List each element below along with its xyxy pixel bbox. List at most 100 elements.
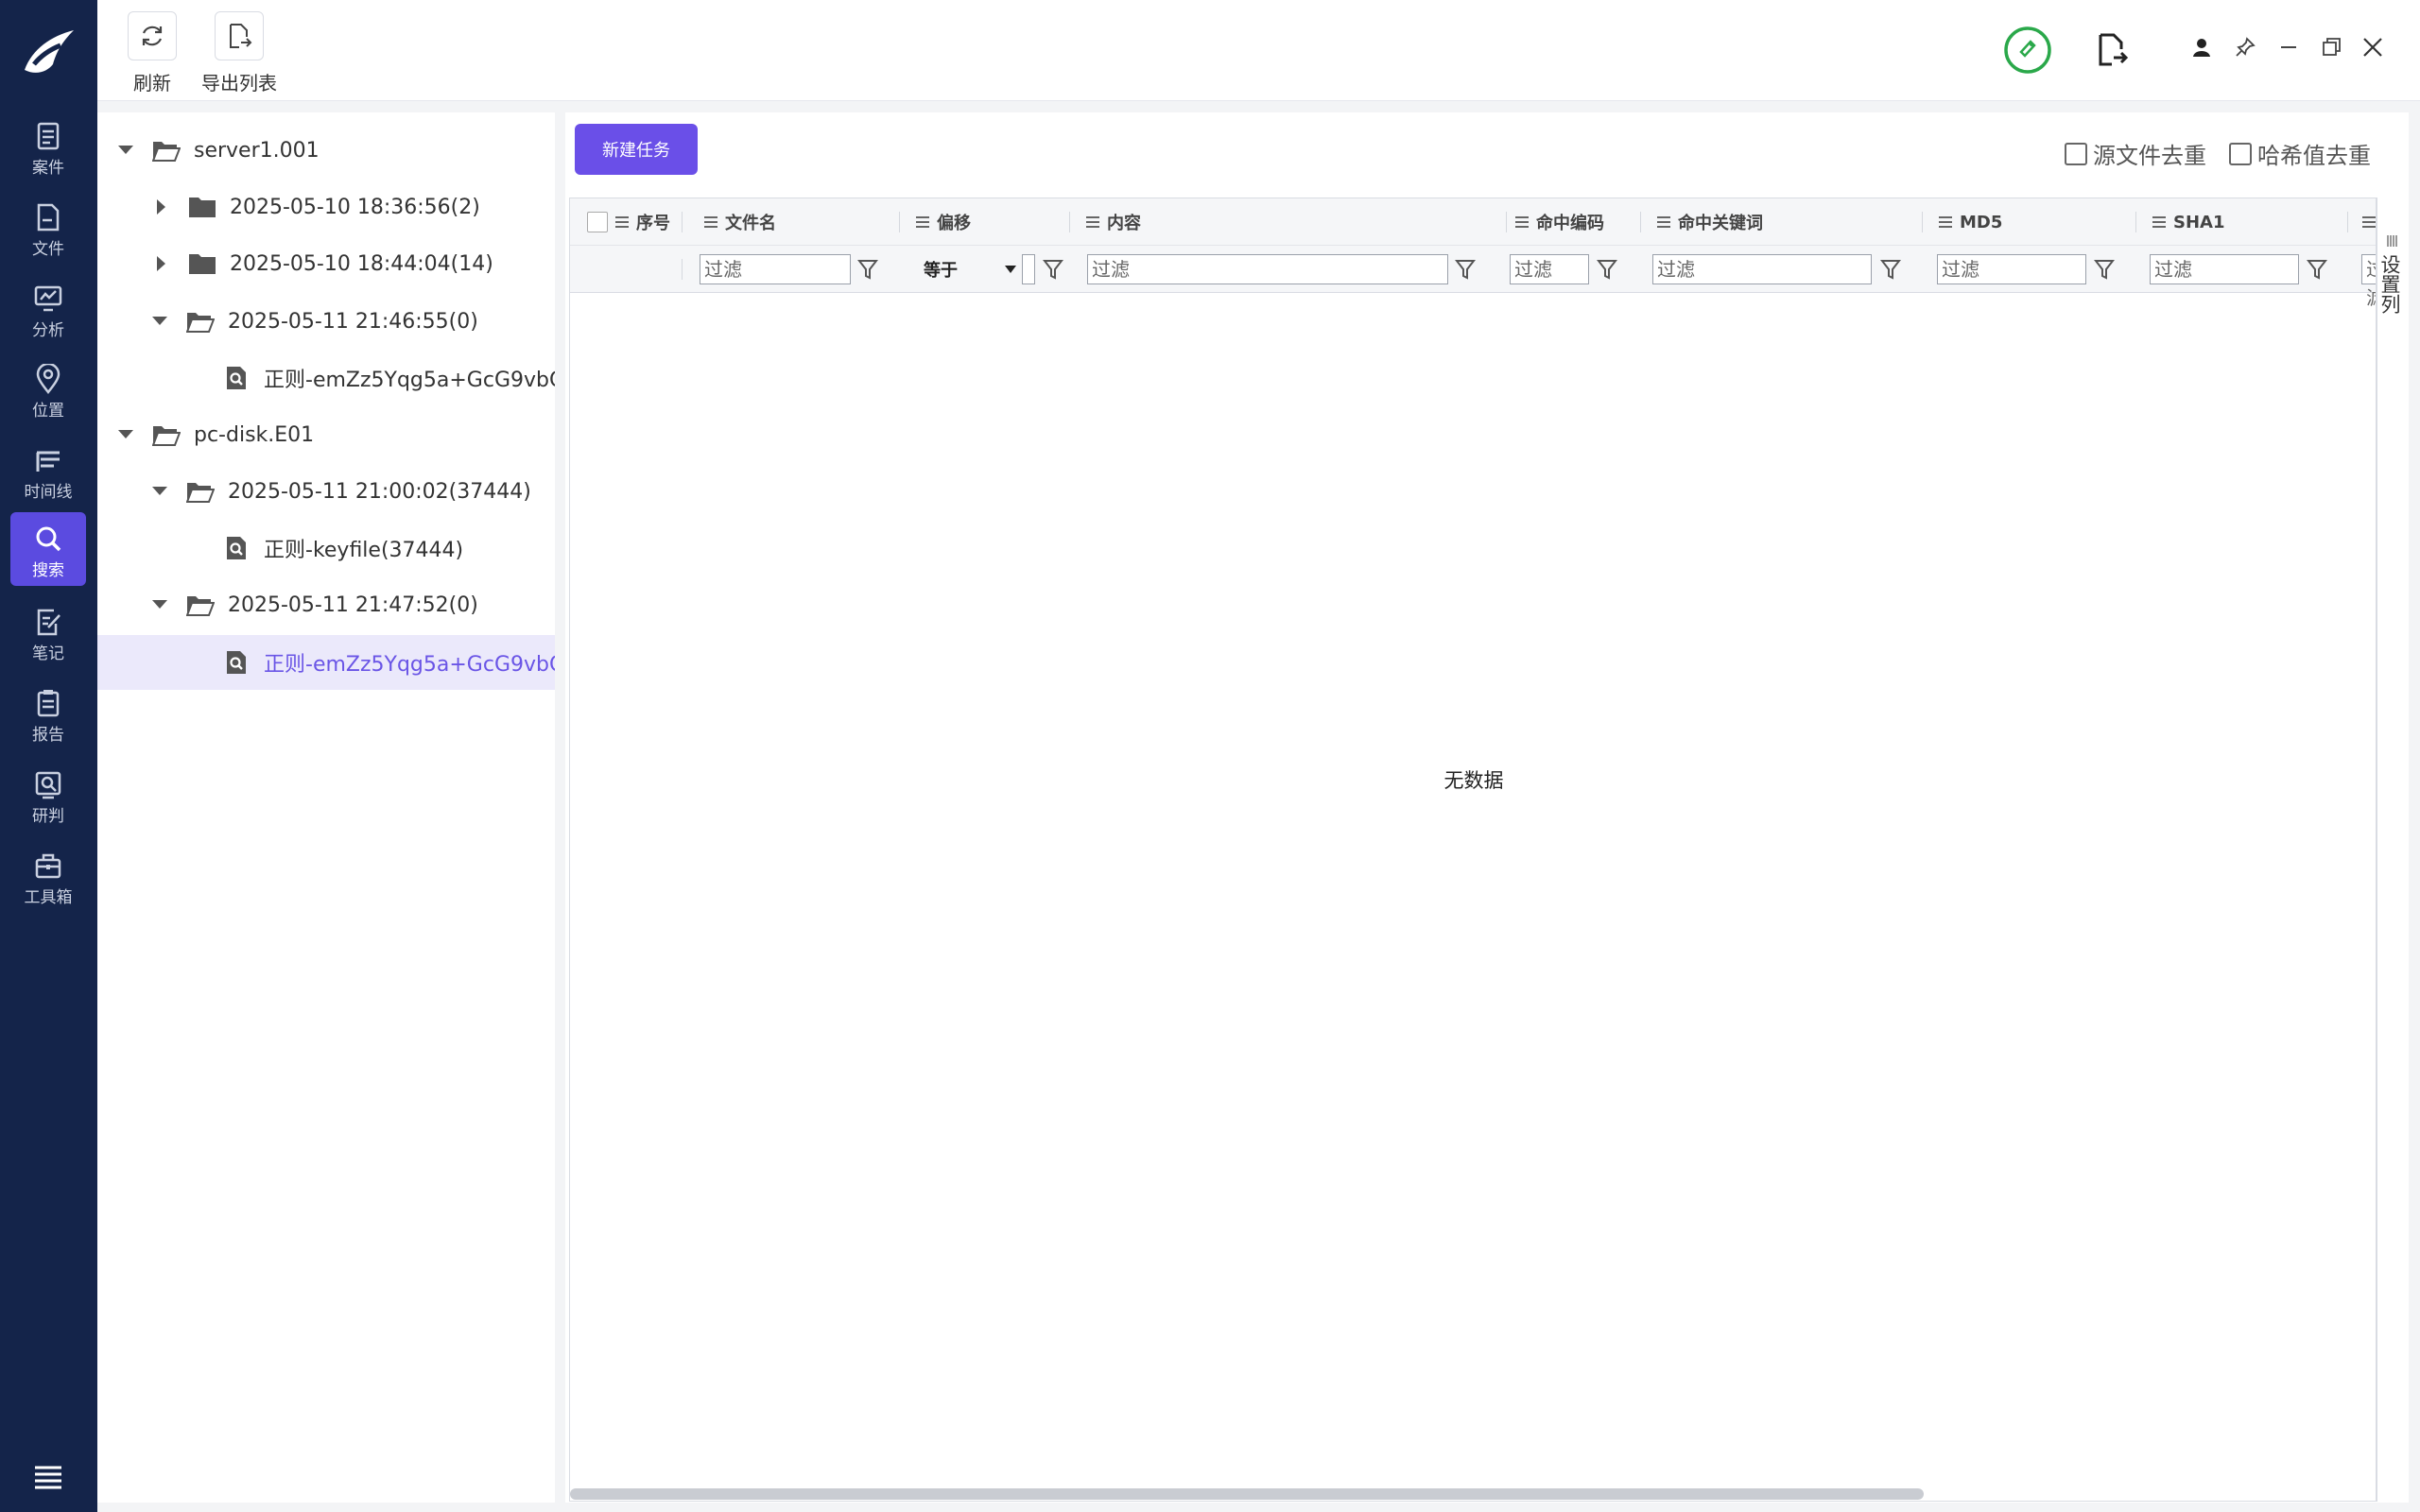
caret-down-icon[interactable] <box>150 595 169 614</box>
tree-node-search-result[interactable]: 正则-emZz5Yqg5a+GcG9vbC <box>97 351 555 405</box>
column-separator[interactable] <box>1922 212 1923 232</box>
column-header-content[interactable]: 内容 <box>1086 198 1141 246</box>
sidebar-item-timeline[interactable]: 时间线 <box>10 434 86 507</box>
tree-node-task[interactable]: 2025-05-10 18:44:04(14) <box>97 236 555 291</box>
tree-node-search-result[interactable]: 正则-keyfile(37444) <box>97 521 555 576</box>
column-menu-icon[interactable] <box>2152 216 2166 228</box>
column-separator[interactable] <box>682 212 683 232</box>
menu-icon[interactable] <box>32 1463 64 1491</box>
close-icon[interactable] <box>2358 32 2388 62</box>
sidebar-item-analysis[interactable]: 分析 <box>10 272 86 346</box>
sidebar-item-label: 笔记 <box>32 644 64 663</box>
caret-right-icon[interactable] <box>152 198 171 216</box>
minimize-icon[interactable] <box>2273 32 2304 62</box>
caret-down-icon[interactable] <box>116 141 135 160</box>
status-shield-icon[interactable] <box>2003 26 2052 75</box>
sidebar-item-note[interactable]: 笔记 <box>10 595 86 669</box>
column-menu-icon[interactable] <box>615 216 629 228</box>
filter-input-more[interactable]: 过滤 <box>2361 254 2376 309</box>
filter-input-offset[interactable] <box>1022 254 1035 284</box>
column-menu-icon[interactable] <box>2362 216 2376 228</box>
folder-icon <box>188 195 216 219</box>
filter-icon[interactable] <box>1455 258 1476 281</box>
tree-node-task[interactable]: 2025-05-11 21:47:52(0) <box>97 577 555 632</box>
export-list-button[interactable]: 导出列表 <box>201 11 277 95</box>
restore-icon[interactable] <box>2316 32 2346 62</box>
column-separator[interactable] <box>2135 212 2136 232</box>
sidebar-item-label: 工具箱 <box>24 888 73 907</box>
user-icon[interactable] <box>2187 32 2217 62</box>
tree-node-server[interactable]: server1.001 <box>97 123 555 178</box>
pin-icon[interactable] <box>2230 32 2260 62</box>
judge-icon <box>35 771 61 799</box>
dedup-hash-label: 哈希值去重 <box>2257 143 2371 169</box>
caret-down-icon[interactable] <box>116 425 135 444</box>
filter-icon[interactable] <box>2094 258 2115 281</box>
column-header-filename[interactable]: 文件名 <box>704 198 776 246</box>
sidebar-item-judge[interactable]: 研判 <box>10 758 86 832</box>
tree-node-task[interactable]: 2025-05-11 21:46:55(0) <box>97 294 555 349</box>
caret-down-icon[interactable] <box>150 312 169 331</box>
sidebar-item-label: 研判 <box>32 807 64 826</box>
column-header-sha1[interactable]: SHA1 <box>2152 198 2224 246</box>
filter-icon[interactable] <box>1880 258 1901 281</box>
caret-down-icon[interactable] <box>150 482 169 501</box>
filter-icon[interactable] <box>2307 258 2327 281</box>
column-menu-icon[interactable] <box>916 216 929 228</box>
new-task-button[interactable]: 新建任务 <box>575 124 698 175</box>
sidebar-item-toolbox[interactable]: 工具箱 <box>10 839 86 913</box>
column-title: 命中编码 <box>1536 214 1604 233</box>
tree-node-disk[interactable]: pc-disk.E01 <box>97 407 555 462</box>
column-settings-tab[interactable]: 设置列 <box>2377 198 2407 1502</box>
column-separator[interactable] <box>1069 212 1070 232</box>
offset-operator-select[interactable]: 等于 <box>918 254 1022 284</box>
tree-node-task[interactable]: 2025-05-10 18:36:56(2) <box>97 180 555 234</box>
column-menu-icon[interactable] <box>1657 216 1670 228</box>
sidebar-item-search[interactable]: 搜索 <box>10 512 86 586</box>
column-menu-icon[interactable] <box>1939 216 1952 228</box>
checkbox-box[interactable] <box>2065 142 2087 165</box>
column-header-md5[interactable]: MD5 <box>1939 198 2002 246</box>
report-icon <box>37 690 60 717</box>
horizontal-scrollbar[interactable] <box>570 1488 1924 1500</box>
column-header-offset[interactable]: 偏移 <box>916 198 971 246</box>
filter-input-content[interactable]: 过滤 <box>1087 254 1448 284</box>
tree-node-task[interactable]: 2025-05-11 21:00:02(37444) <box>97 464 555 519</box>
column-header-index[interactable]: 序号 <box>615 198 670 246</box>
caret-right-icon[interactable] <box>152 254 171 273</box>
column-menu-icon[interactable] <box>1086 216 1099 228</box>
filter-input-filename[interactable]: 过滤 <box>700 254 851 284</box>
select-all-checkbox[interactable] <box>587 212 608 232</box>
column-header-hit-encoding[interactable]: 命中编码 <box>1515 198 1604 246</box>
analysis-icon <box>34 285 62 312</box>
sidebar-item-file[interactable]: 文件 <box>10 191 86 265</box>
column-header-more[interactable] <box>2362 198 2376 246</box>
sidebar-item-report[interactable]: 报告 <box>10 677 86 750</box>
checkbox-box[interactable] <box>2229 142 2252 165</box>
filter-input-hit-encoding[interactable]: 过滤 <box>1510 254 1589 284</box>
sidebar-item-location[interactable]: 位置 <box>10 352 86 426</box>
column-separator[interactable] <box>1640 212 1641 232</box>
column-menu-icon[interactable] <box>704 216 717 228</box>
sidebar-item-label: 位置 <box>32 402 64 421</box>
filter-input-md5[interactable]: 过滤 <box>1937 254 2086 284</box>
sidebar-item-label: 报告 <box>32 726 64 745</box>
column-menu-icon[interactable] <box>1515 216 1529 228</box>
dedup-source-checkbox[interactable]: 源文件去重 <box>2065 137 2206 170</box>
filter-icon[interactable] <box>1043 258 1063 281</box>
filter-input-sha1[interactable]: 过滤 <box>2150 254 2299 284</box>
filter-icon[interactable] <box>1597 258 1617 281</box>
refresh-button[interactable]: 刷新 <box>128 11 177 95</box>
column-separator[interactable] <box>2347 212 2348 232</box>
tree-node-search-result[interactable]: 正则-emZz5Yqg5a+GcG9vbC <box>97 635 555 690</box>
export-doc-icon[interactable] <box>2094 32 2130 68</box>
column-separator[interactable] <box>899 212 900 232</box>
tree-node-label: server1.001 <box>194 138 320 163</box>
column-header-hit-keyword[interactable]: 命中关键词 <box>1657 198 1763 246</box>
column-separator[interactable] <box>1506 212 1507 232</box>
filter-row: 过滤 等于 过滤 过滤 过滤 过滤 过滤 过滤 <box>570 246 2376 309</box>
dedup-hash-checkbox[interactable]: 哈希值去重 <box>2229 137 2371 170</box>
filter-input-hit-keyword[interactable]: 过滤 <box>1652 254 1872 284</box>
filter-icon[interactable] <box>857 258 878 281</box>
sidebar-item-case[interactable]: 案件 <box>10 110 86 183</box>
